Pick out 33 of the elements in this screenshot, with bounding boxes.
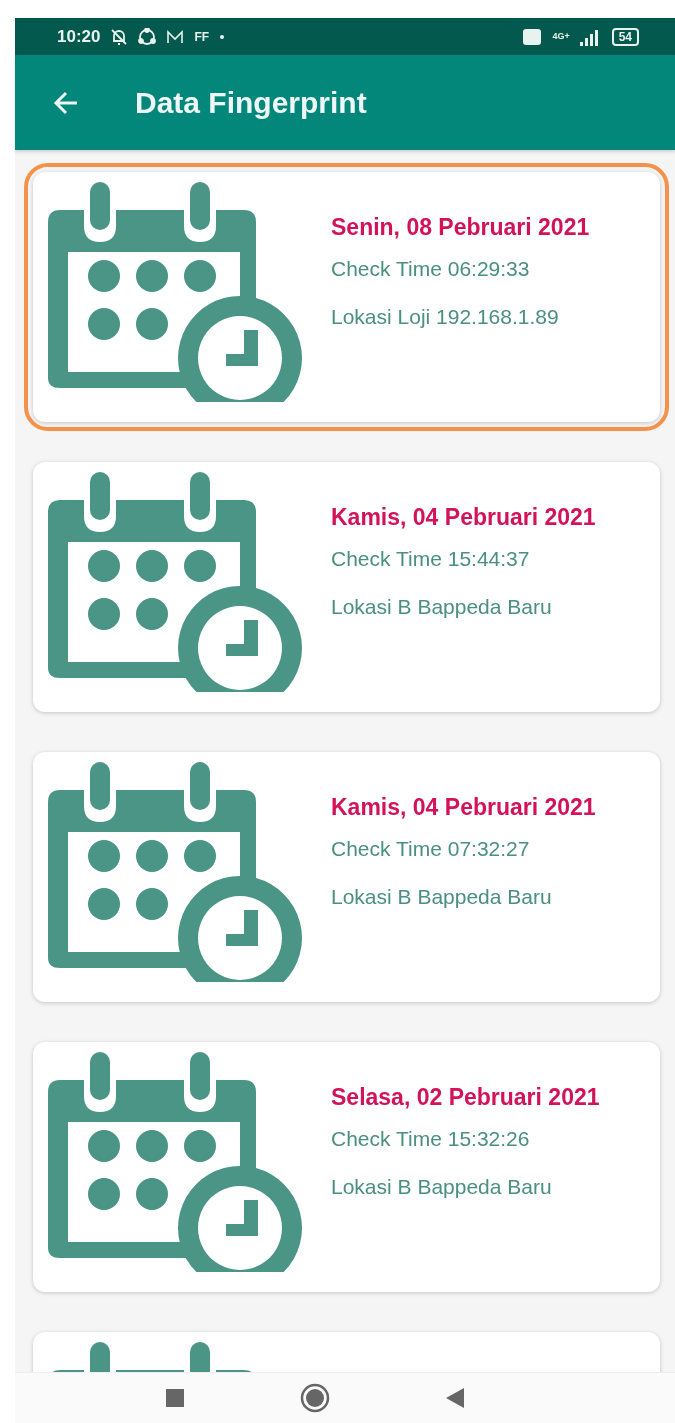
network-type: 4G+ <box>552 32 570 41</box>
record-date: Kamis, 04 Pebruari 2021 <box>331 504 596 531</box>
record-date: Senin, 08 Pebruari 2021 <box>331 214 590 241</box>
dot-icon <box>219 33 226 40</box>
record-date: Kamis, 04 Pebruari 2021 <box>331 794 596 821</box>
home-button[interactable] <box>300 1383 330 1413</box>
record-card[interactable]: Kamis, 04 Pebruari 2021 Check Time 07:32:27 Lokasi B Bappeda Baru <box>33 752 660 1002</box>
recents-button[interactable] <box>165 1388 185 1408</box>
location-text: Lokasi B Bappeda Baru <box>331 1175 553 1199</box>
check-time: Check Time 15:32:26 <box>331 1127 531 1151</box>
app-notification-label: FF <box>194 29 210 44</box>
record-date: Selasa, 02 Pebruari 2021 <box>331 1084 600 1111</box>
record-card[interactable]: Kamis, 04 Pebruari 2021 Check Time 15:44:37 Lokasi B Bappeda Baru <box>33 462 660 712</box>
location-text: Lokasi B Bappeda Baru <box>331 595 553 619</box>
status-time: 10:20 <box>57 26 101 47</box>
record-card[interactable]: Senin, 08 Pebruari 2021 Check Time 06:29:33 Lokasi Loji 192.168.1.89 <box>33 172 660 422</box>
back-nav-button[interactable] <box>445 1387 465 1409</box>
back-arrow-icon <box>53 89 79 116</box>
screen-title: Data Fingerprint <box>135 85 367 120</box>
check-time: Check Time 07:32:27 <box>331 837 531 861</box>
bell-off-icon <box>110 27 129 46</box>
calendar-clock-icon <box>48 472 303 692</box>
record-card[interactable]: Selasa, 02 Pebruari 2021 Check Time 15:32:26 Lokasi B Bappeda Baru <box>33 1042 660 1292</box>
mail-icon <box>166 29 185 44</box>
sync-circle-icon <box>138 27 157 46</box>
location-text: Lokasi Loji 192.168.1.89 <box>331 305 560 329</box>
location-text: Lokasi B Bappeda Baru <box>331 885 553 909</box>
check-time: Check Time 15:44:37 <box>331 547 531 571</box>
calendar-clock-icon <box>48 762 303 982</box>
battery-icon: 54 <box>611 27 639 46</box>
calendar-clock-icon <box>48 1052 303 1272</box>
check-time: Check Time 06:29:33 <box>331 257 531 281</box>
calendar-clock-icon <box>48 182 303 402</box>
